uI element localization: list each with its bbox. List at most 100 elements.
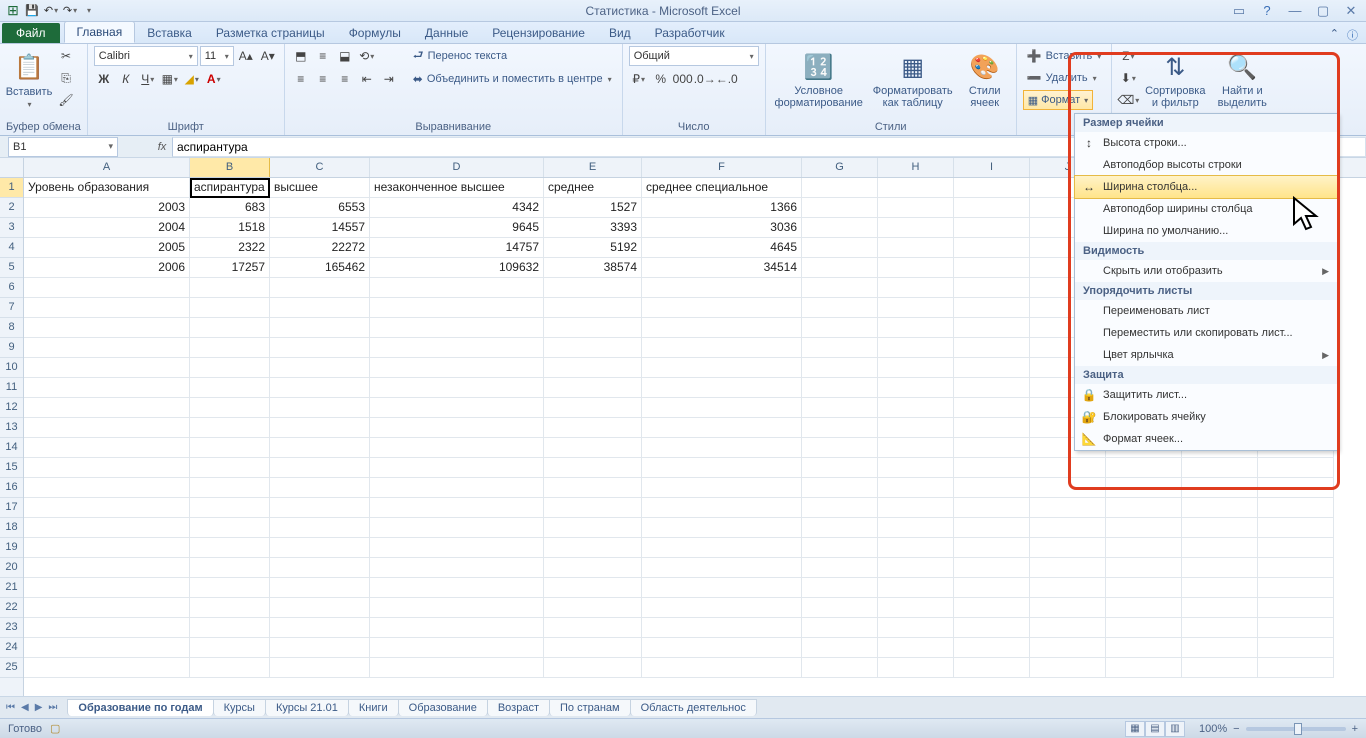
cell[interactable] xyxy=(1258,538,1334,558)
sheet-tab[interactable]: Возраст xyxy=(487,699,550,716)
align-bottom-icon[interactable]: ⬓ xyxy=(335,46,355,66)
tab-data[interactable]: Данные xyxy=(413,23,480,43)
cell[interactable] xyxy=(954,338,1030,358)
row-header[interactable]: 10 xyxy=(0,358,23,378)
cell[interactable]: 14557 xyxy=(270,218,370,238)
conditional-formatting-button[interactable]: 🔢Условное форматирование xyxy=(772,46,866,114)
cell[interactable] xyxy=(1030,458,1106,478)
orientation-icon[interactable]: ⟲▾ xyxy=(357,46,377,66)
cell[interactable] xyxy=(954,478,1030,498)
cell[interactable] xyxy=(1258,498,1334,518)
cell[interactable] xyxy=(878,338,954,358)
cell[interactable]: 9645 xyxy=(370,218,544,238)
row-header[interactable]: 2 xyxy=(0,198,23,218)
cell[interactable] xyxy=(544,458,642,478)
file-tab[interactable]: Файл xyxy=(2,23,60,43)
cell[interactable] xyxy=(544,538,642,558)
font-size-dropdown[interactable]: 11▾ xyxy=(200,46,234,66)
cell[interactable] xyxy=(802,378,878,398)
cell[interactable] xyxy=(878,298,954,318)
cell[interactable] xyxy=(878,538,954,558)
format-painter-icon[interactable]: 🖌 xyxy=(56,90,76,110)
cell[interactable] xyxy=(954,558,1030,578)
cell[interactable] xyxy=(642,538,802,558)
cell[interactable] xyxy=(642,638,802,658)
cell[interactable] xyxy=(24,658,190,678)
tab-layout[interactable]: Разметка страницы xyxy=(204,23,337,43)
cell[interactable] xyxy=(878,358,954,378)
cell[interactable] xyxy=(802,178,878,198)
cell[interactable] xyxy=(270,398,370,418)
cell[interactable] xyxy=(1258,658,1334,678)
autosum-icon[interactable]: Σ▾ xyxy=(1118,46,1138,66)
italic-icon[interactable]: К xyxy=(116,69,136,89)
cell[interactable] xyxy=(1030,578,1106,598)
cell[interactable] xyxy=(190,338,270,358)
decrease-indent-icon[interactable]: ⇤ xyxy=(357,69,377,89)
cell-styles-button[interactable]: 🎨Стили ячеек xyxy=(960,46,1010,114)
menu-hide-unhide[interactable]: Скрыть или отобразить▶ xyxy=(1075,260,1337,282)
cell[interactable] xyxy=(190,278,270,298)
row-header[interactable]: 24 xyxy=(0,638,23,658)
cell[interactable] xyxy=(642,578,802,598)
column-header[interactable]: G xyxy=(802,158,878,177)
cell[interactable]: 34514 xyxy=(642,258,802,278)
cell[interactable] xyxy=(1030,618,1106,638)
cell[interactable] xyxy=(370,638,544,658)
cell[interactable] xyxy=(1182,478,1258,498)
cell[interactable] xyxy=(270,618,370,638)
row-header[interactable]: 11 xyxy=(0,378,23,398)
cell[interactable] xyxy=(1106,558,1182,578)
cell[interactable] xyxy=(642,598,802,618)
cell[interactable] xyxy=(24,638,190,658)
cell[interactable] xyxy=(544,438,642,458)
cell[interactable] xyxy=(270,338,370,358)
cell[interactable] xyxy=(1182,638,1258,658)
cell[interactable] xyxy=(24,378,190,398)
cell[interactable] xyxy=(370,658,544,678)
sheet-tab[interactable]: Образование xyxy=(398,699,488,716)
row-header[interactable]: 15 xyxy=(0,458,23,478)
cell[interactable] xyxy=(24,598,190,618)
cell[interactable] xyxy=(802,538,878,558)
menu-format-cells[interactable]: 📐Формат ячеек... xyxy=(1075,428,1337,450)
cell[interactable] xyxy=(270,558,370,578)
page-break-view-icon[interactable]: ▥ xyxy=(1165,721,1185,737)
cell[interactable] xyxy=(878,258,954,278)
cell[interactable] xyxy=(370,398,544,418)
ribbon-help-icon[interactable]: ⓘ xyxy=(1347,27,1358,43)
cell[interactable] xyxy=(878,578,954,598)
cell[interactable] xyxy=(802,498,878,518)
zoom-out-icon[interactable]: − xyxy=(1233,723,1239,735)
cell[interactable] xyxy=(544,638,642,658)
cell[interactable] xyxy=(954,598,1030,618)
cell[interactable] xyxy=(270,438,370,458)
cell[interactable] xyxy=(954,278,1030,298)
cell[interactable] xyxy=(190,618,270,638)
cell[interactable] xyxy=(642,618,802,638)
cell[interactable] xyxy=(544,378,642,398)
cell[interactable] xyxy=(270,538,370,558)
align-center-icon[interactable]: ≡ xyxy=(313,69,333,89)
cell[interactable] xyxy=(878,518,954,538)
cell[interactable] xyxy=(954,378,1030,398)
cell[interactable] xyxy=(544,658,642,678)
sort-filter-button[interactable]: ⇅Сортировка и фильтр xyxy=(1142,46,1208,114)
row-header[interactable]: 1 xyxy=(0,178,23,198)
row-header[interactable]: 6 xyxy=(0,278,23,298)
cell[interactable] xyxy=(370,298,544,318)
cell[interactable] xyxy=(954,518,1030,538)
cell[interactable] xyxy=(24,478,190,498)
cell[interactable] xyxy=(190,638,270,658)
cell[interactable] xyxy=(1030,558,1106,578)
cell[interactable] xyxy=(270,498,370,518)
clear-icon[interactable]: ⌫▾ xyxy=(1118,90,1138,110)
wrap-text-button[interactable]: ⮐Перенос текста xyxy=(409,46,616,66)
increase-decimal-icon[interactable]: .0→ xyxy=(695,69,715,89)
ribbon-minimize-icon[interactable]: ⌃ xyxy=(1330,27,1339,43)
comma-icon[interactable]: 000 xyxy=(673,69,693,89)
cell[interactable] xyxy=(1030,658,1106,678)
cell[interactable] xyxy=(190,378,270,398)
align-left-icon[interactable]: ≡ xyxy=(291,69,311,89)
row-header[interactable]: 8 xyxy=(0,318,23,338)
